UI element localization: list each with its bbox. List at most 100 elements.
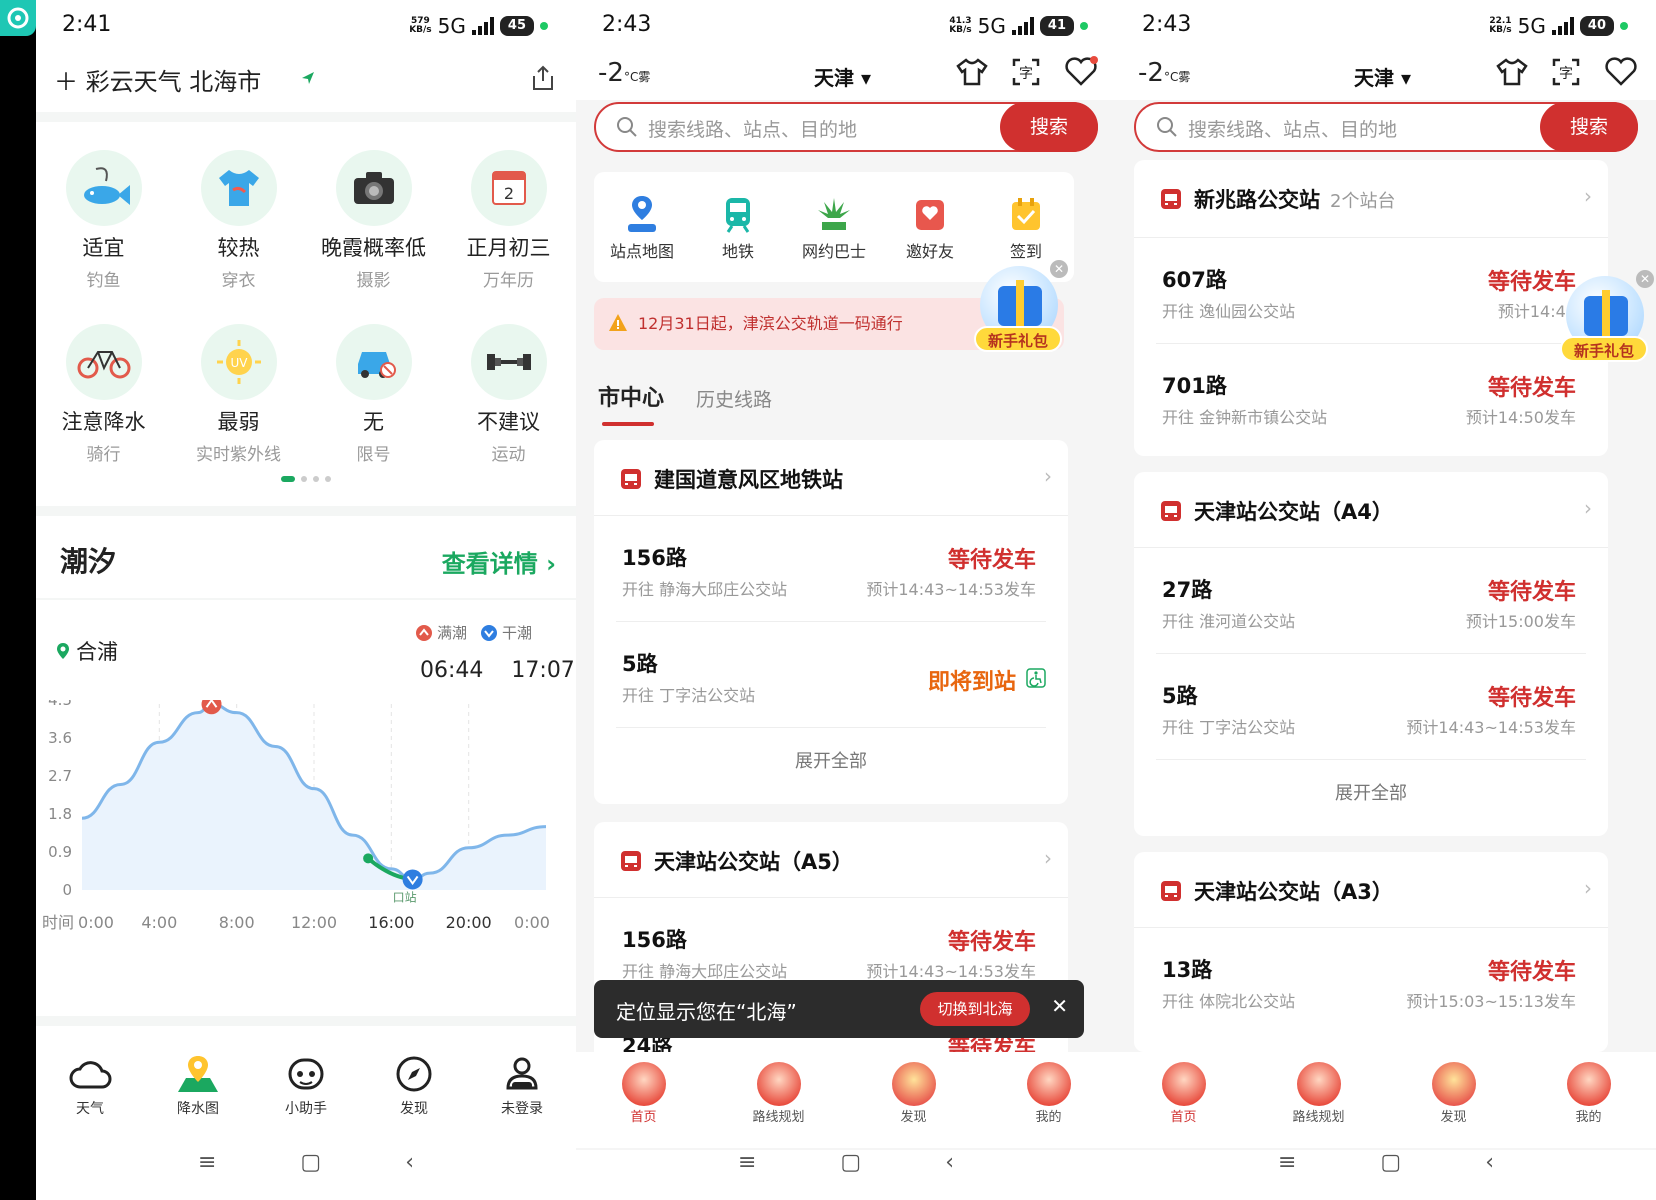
route-row[interactable]: 5路 开往 丁字沽公交站 即将到站 bbox=[616, 622, 1046, 728]
city-selector[interactable]: 天津 ▾ bbox=[814, 62, 871, 91]
switch-city-button[interactable]: 切换到北海 bbox=[920, 992, 1030, 1026]
expand-all-button[interactable]: 展开全部 bbox=[594, 728, 1068, 796]
svg-text:2: 2 bbox=[503, 184, 513, 203]
tide-now-point bbox=[363, 853, 374, 864]
search-input[interactable]: 搜索线路、站点、目的地 bbox=[1188, 115, 1397, 142]
index-clothing[interactable]: 较热 穿衣 bbox=[171, 150, 306, 291]
quick-station-map[interactable]: 站点地图 bbox=[597, 190, 687, 282]
tab-city-center[interactable]: 市中心 bbox=[598, 380, 664, 426]
shirt-icon[interactable] bbox=[1496, 56, 1528, 88]
route-row[interactable]: 27路 开往 淮河道公交站 等待发车 预计15:00发车 bbox=[1156, 548, 1586, 654]
index-plate[interactable]: 无 限号 bbox=[306, 324, 441, 465]
station-header[interactable]: 新兆路公交站 2个站台 › bbox=[1134, 160, 1608, 238]
cloud-icon bbox=[69, 1061, 112, 1089]
translate-icon[interactable]: 字 bbox=[1550, 56, 1582, 88]
bus-stop-icon bbox=[1161, 501, 1181, 521]
new-user-gift[interactable]: 新手礼包 ✕ bbox=[972, 258, 1068, 358]
index-sport[interactable]: 不建议 运动 bbox=[441, 324, 576, 465]
search-bar[interactable]: 搜索线路、站点、目的地 搜索 bbox=[1134, 102, 1638, 152]
status-bar: 2:43 41.3 KB/s 5G 41 bbox=[576, 0, 1116, 52]
search-button[interactable]: 搜索 bbox=[1000, 102, 1098, 152]
station-header[interactable]: 天津站公交站（A4） › bbox=[1134, 472, 1608, 548]
index-fishing[interactable]: 适宜 钓鱼 bbox=[36, 150, 171, 291]
index-cycling[interactable]: 注意降水 骑行 bbox=[36, 324, 171, 465]
chevron-right-icon: › bbox=[1584, 184, 1592, 208]
station-header[interactable]: 建国道意风区地铁站 › bbox=[594, 440, 1068, 516]
nav-home[interactable]: 首页 bbox=[594, 1062, 694, 1148]
nav-weather[interactable]: 天气 bbox=[40, 1050, 140, 1118]
care-icon[interactable] bbox=[1064, 56, 1098, 88]
car-icon bbox=[335, 324, 412, 400]
back-icon[interactable]: ‹ bbox=[945, 1150, 954, 1200]
index-uv[interactable]: UV 最弱 实时紫外线 bbox=[171, 324, 306, 465]
station-header[interactable]: 天津站公交站（A3） › bbox=[1134, 852, 1608, 928]
life-index-row-1: 适宜 钓鱼 较热 穿衣 晚霞概率低 摄影 2 正月初三 万年历 bbox=[36, 150, 576, 291]
menu-icon[interactable]: ≡ bbox=[1278, 1150, 1296, 1200]
nav-assistant[interactable]: 小助手 bbox=[256, 1050, 356, 1118]
bottom-nav: 天气 降水图 小助手 发现 未登录 bbox=[36, 1050, 576, 1118]
home-icon[interactable]: ▢ bbox=[840, 1150, 861, 1200]
nav-discover[interactable]: 发现 bbox=[364, 1050, 464, 1118]
divider bbox=[36, 1016, 576, 1026]
route-row[interactable]: 607路 开往 逸仙园公交站 等待发车 预计14:45 bbox=[1156, 238, 1586, 344]
home-icon[interactable]: ▢ bbox=[300, 1150, 321, 1175]
station-card: 天津站公交站（A4） › 27路 开往 淮河道公交站 等待发车 预计15:00发… bbox=[1134, 472, 1608, 836]
new-user-gift[interactable]: 新手礼包 ✕ bbox=[1558, 268, 1654, 368]
quick-bus[interactable]: 网约巴士 bbox=[789, 190, 879, 282]
battery-icon: 45 bbox=[499, 16, 534, 36]
index-photo[interactable]: 晚霞概率低 摄影 bbox=[306, 150, 441, 291]
search-input[interactable]: 搜索线路、站点、目的地 bbox=[648, 115, 857, 142]
close-icon[interactable]: ✕ bbox=[1636, 270, 1654, 288]
city-selector[interactable]: 天津 ▾ bbox=[1354, 62, 1411, 91]
route-row[interactable]: 701路 开往 金钟新市镇公交站 等待发车 预计14:50发车 bbox=[1156, 344, 1586, 450]
menu-icon[interactable]: ≡ bbox=[198, 1150, 216, 1175]
index-calendar[interactable]: 2 正月初三 万年历 bbox=[441, 150, 576, 291]
nav-precip-map[interactable]: 降水图 bbox=[148, 1050, 248, 1118]
route-row[interactable]: 5路 开往 丁字沽公交站 等待发车 预计14:43~14:53发车 bbox=[1156, 654, 1586, 760]
menu-icon[interactable]: ≡ bbox=[738, 1150, 756, 1200]
nav-route-plan[interactable]: 路线规划 bbox=[729, 1062, 829, 1148]
fortune-god-icon bbox=[1566, 1062, 1611, 1106]
tab-history[interactable]: 历史线路 bbox=[696, 385, 772, 412]
nav-route-plan[interactable]: 路线规划 bbox=[1269, 1062, 1369, 1148]
nav-discover[interactable]: 发现 bbox=[1404, 1062, 1504, 1148]
back-icon[interactable]: ‹ bbox=[405, 1150, 414, 1175]
quick-subway[interactable]: 地铁 bbox=[693, 190, 783, 282]
tide-chart: 4.5 3.6 2.7 1.8 0.9 0 0:00 4:00 8:00 12:00 16:00 20… bbox=[42, 700, 550, 932]
green-traffic-icon bbox=[818, 198, 850, 230]
mascot-icon bbox=[621, 1062, 666, 1106]
nav-discover[interactable]: 发现 bbox=[864, 1062, 964, 1148]
home-icon[interactable]: ▢ bbox=[1380, 1150, 1401, 1200]
user-icon bbox=[506, 1057, 538, 1090]
close-icon[interactable]: ✕ bbox=[1050, 260, 1068, 278]
low-tide-time: 17:07 bbox=[511, 658, 575, 683]
share-icon[interactable] bbox=[530, 64, 556, 92]
nav-mine[interactable]: 我的 bbox=[999, 1062, 1099, 1148]
low-tide-marker bbox=[402, 869, 423, 890]
tide-header: 潮汐 查看详情 › bbox=[60, 540, 556, 580]
shirt-icon[interactable] bbox=[956, 56, 988, 88]
now-label: 口站 bbox=[393, 890, 417, 904]
bus-stop-icon bbox=[621, 851, 641, 871]
route-row[interactable]: 13路 开往 体院北公交站 等待发车 预计15:03~15:13发车 bbox=[1156, 928, 1586, 1034]
weather-header: ＋ 彩云天气 北海市 bbox=[54, 58, 564, 102]
signal-icon bbox=[471, 17, 494, 35]
expand-all-button[interactable]: 展开全部 bbox=[1134, 760, 1608, 828]
route-row[interactable]: 156路 开往 静海大邱庄公交站 等待发车 预计14:43~14:53发车 bbox=[616, 516, 1046, 622]
quick-invite[interactable]: 邀好友 bbox=[885, 190, 975, 282]
translate-icon[interactable]: 字 bbox=[1010, 56, 1042, 88]
station-header[interactable]: 天津站公交站（A5） › bbox=[594, 822, 1068, 898]
nav-home[interactable]: 首页 bbox=[1134, 1062, 1234, 1148]
station-map-icon bbox=[628, 196, 656, 232]
close-icon[interactable]: ✕ bbox=[1051, 994, 1068, 1018]
floating-app-icon[interactable] bbox=[0, 0, 36, 36]
tide-details-link[interactable]: 查看详情 › bbox=[442, 544, 556, 579]
search-bar[interactable]: 搜索线路、站点、目的地 搜索 bbox=[594, 102, 1098, 152]
city-title[interactable]: ＋ 彩云天气 北海市 bbox=[54, 62, 261, 97]
back-icon[interactable]: ‹ bbox=[1485, 1150, 1494, 1200]
care-icon[interactable] bbox=[1604, 56, 1638, 88]
nav-login[interactable]: 未登录 bbox=[472, 1050, 572, 1118]
x-axis-label: 时间 bbox=[42, 913, 74, 932]
nav-mine[interactable]: 我的 bbox=[1539, 1062, 1639, 1148]
search-button[interactable]: 搜索 bbox=[1540, 102, 1638, 152]
